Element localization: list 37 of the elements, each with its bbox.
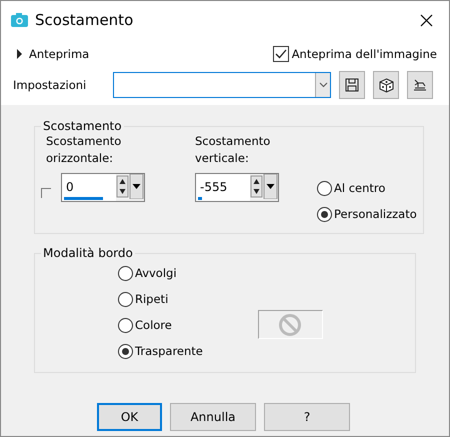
camera-icon xyxy=(11,13,28,27)
group-title: Modalità bordo xyxy=(42,246,134,260)
radio-option[interactable]: Personalizzato xyxy=(317,201,417,227)
radio-option[interactable]: Avvolgi xyxy=(118,260,203,286)
dropdown-arrow-icon[interactable] xyxy=(263,174,278,199)
chevron-down-icon xyxy=(318,82,328,88)
triangle-icon xyxy=(17,49,23,59)
dice-button[interactable] xyxy=(373,71,399,99)
field-label: Scostamento verticale: xyxy=(195,133,272,167)
checkmark-icon xyxy=(274,47,288,61)
dialog-button[interactable]: ? xyxy=(264,403,350,431)
no-color-icon xyxy=(278,312,302,336)
dialog-button[interactable]: OK xyxy=(97,403,162,431)
settings-label: Impostazioni xyxy=(13,77,83,93)
dice-icon xyxy=(378,78,394,92)
dropdown-arrow-icon[interactable] xyxy=(129,174,144,199)
reset-button[interactable] xyxy=(407,71,433,99)
link-checkbox[interactable] xyxy=(41,188,51,198)
preview-toggle[interactable]: Anteprima xyxy=(13,47,273,61)
image-preview-checkbox[interactable]: Anteprima dell'immagine xyxy=(272,46,437,62)
reset-icon xyxy=(412,78,428,92)
radio-option[interactable]: Trasparente xyxy=(118,338,203,364)
spinner-arrows-icon[interactable] xyxy=(116,174,129,199)
number-field[interactable]: -555 xyxy=(195,173,279,202)
settings-dropdown[interactable] xyxy=(113,72,331,98)
close-icon[interactable] xyxy=(420,14,433,26)
window-title: Scostamento xyxy=(35,11,134,29)
spinner-arrows-icon[interactable] xyxy=(250,174,263,199)
color-swatch-button[interactable] xyxy=(258,310,323,339)
field-label: Scostamento orizzontale: xyxy=(46,133,122,167)
number-field[interactable]: 0 xyxy=(61,173,145,202)
group-title: Scostamento xyxy=(42,119,123,133)
save-button[interactable] xyxy=(339,71,365,99)
radio-option[interactable]: Al centro xyxy=(317,175,417,201)
dialog-button[interactable]: Annulla xyxy=(170,403,256,431)
radio-option[interactable]: Colore xyxy=(118,312,203,338)
radio-option[interactable]: Ripeti xyxy=(118,286,203,312)
